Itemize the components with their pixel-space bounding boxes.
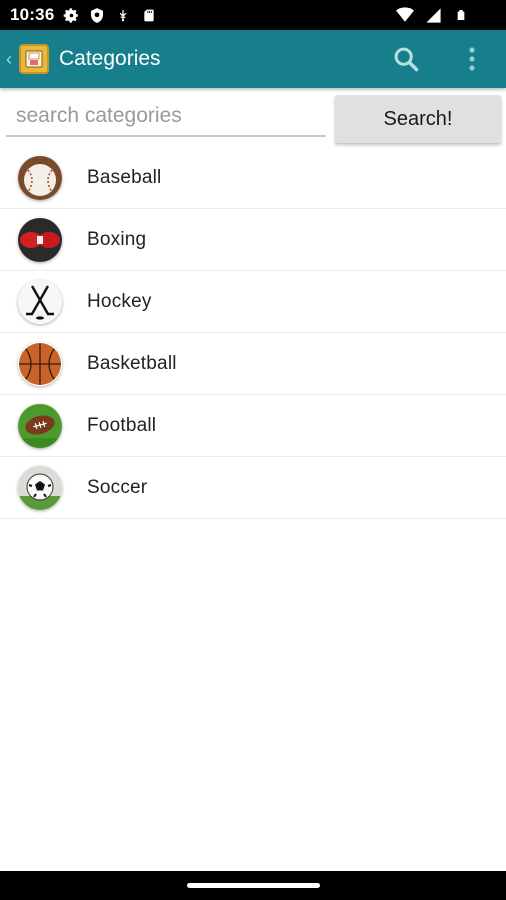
sd-card-icon (140, 6, 158, 24)
search-row: Search! (0, 91, 506, 147)
status-time: 10:36 (10, 5, 55, 24)
soccer-ball-icon (18, 465, 62, 510)
chevron-left-icon[interactable]: ‹ (2, 49, 16, 70)
list-item-label: Soccer (87, 476, 148, 498)
list-item[interactable]: Boxing (0, 209, 506, 271)
status-bar: 10:36 (0, 0, 506, 30)
signal-icon (424, 6, 442, 24)
status-bar-right (396, 6, 496, 24)
list-item-label: Boxing (87, 228, 147, 250)
list-item-label: Basketball (87, 352, 177, 374)
navigation-bar (0, 871, 506, 900)
list-item-label: Hockey (87, 290, 152, 312)
hockey-sticks-icon (18, 279, 62, 324)
football-icon (18, 403, 62, 448)
home-gesture-handle[interactable] (187, 883, 320, 888)
basketball-icon (18, 341, 62, 386)
gear-icon (62, 6, 80, 24)
baseball-icon (18, 155, 62, 200)
overflow-menu-icon[interactable] (452, 39, 492, 79)
list-item[interactable]: Football (0, 395, 506, 457)
battery-icon (452, 6, 470, 24)
search-input[interactable] (6, 97, 326, 137)
app-bar: ‹ Categories (0, 30, 506, 88)
wifi-icon (396, 6, 414, 24)
list-item-label: Baseball (87, 166, 162, 188)
status-bar-left: 10:36 (10, 5, 158, 25)
search-icon[interactable] (386, 39, 426, 79)
app-logo-icon[interactable] (19, 44, 49, 74)
list-item[interactable]: Hockey (0, 271, 506, 333)
list-item[interactable]: Baseball (0, 147, 506, 209)
category-list: Baseball Boxing Hockey Basketball Footba… (0, 147, 506, 519)
shield-icon (88, 6, 106, 24)
search-button[interactable]: Search! (335, 95, 501, 143)
list-item[interactable]: Basketball (0, 333, 506, 395)
page-title: Categories (59, 47, 161, 70)
usb-icon (114, 6, 132, 24)
boxing-glove-icon (18, 217, 62, 262)
list-item[interactable]: Soccer (0, 457, 506, 519)
list-item-label: Football (87, 414, 157, 436)
